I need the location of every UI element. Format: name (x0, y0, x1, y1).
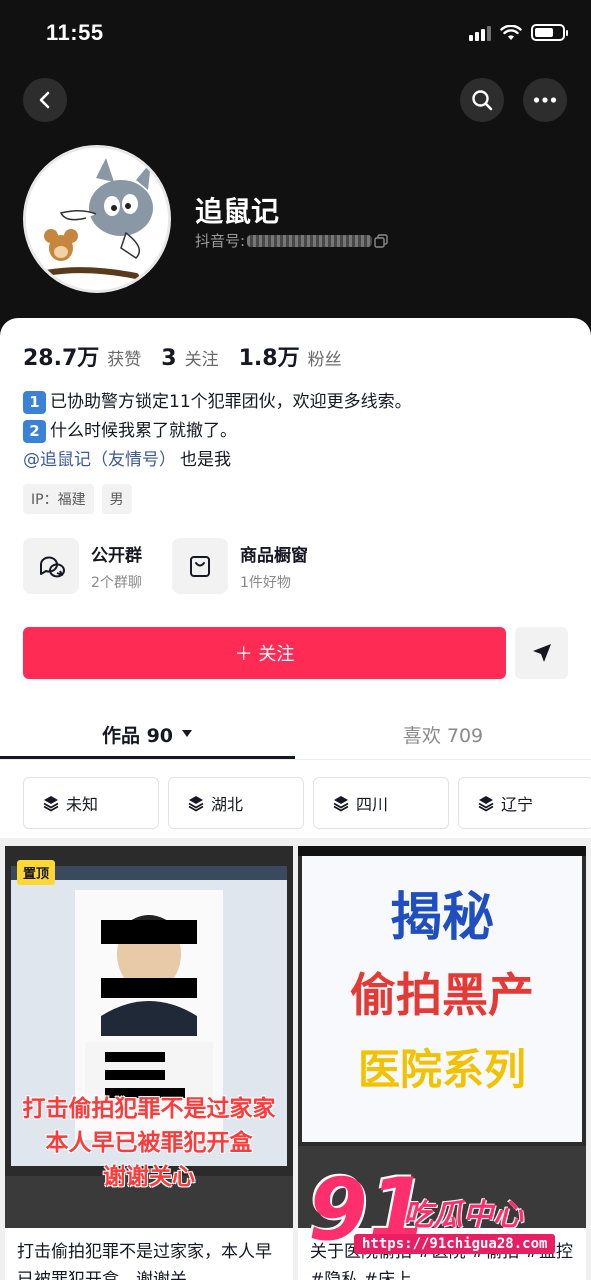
stat-value: 1.8万 (238, 346, 300, 371)
stat-label: 粉丝 (307, 350, 342, 370)
active-tab-indicator (0, 756, 295, 759)
status-time: 11:55 (46, 20, 104, 45)
bio-text: 已协助警方锁定11个犯罪团伙，欢迎更多线索。 (50, 392, 412, 412)
more-button[interactable] (523, 78, 567, 122)
collection-chip[interactable]: 未知 (23, 777, 159, 829)
chip-label: 四川 (356, 795, 389, 814)
entry-subtitle: 1件好物 (240, 574, 291, 591)
chip-label: 辽宁 (501, 795, 534, 814)
layers-icon (43, 796, 59, 812)
follow-button[interactable]: ＋ 关注 (23, 627, 506, 679)
overlay-line: 偷拍黑产 (350, 968, 534, 1022)
layers-icon (188, 796, 204, 812)
thumbnail-overlay-text: 揭秘 偷拍黑产 医院系列 (298, 886, 586, 1102)
stats-row: 28.7万 获赞 3 关注 1.8万 粉丝 (23, 340, 342, 372)
caret-down-icon (182, 730, 193, 737)
bio: 1 已协助警方锁定11个犯罪团伙，欢迎更多线索。 2 什么时候我累了就撤了。 @… (23, 388, 412, 475)
layers-icon (333, 796, 349, 812)
profile-panel: 28.7万 获赞 3 关注 1.8万 粉丝 1 已协助警方锁定11个犯罪团伙，欢… (0, 318, 591, 1280)
keycap-one-icon: 1 (23, 391, 46, 414)
ip-location-tag: IP：福建 (23, 484, 94, 514)
profile-header: 追鼠记 抖音号: (0, 140, 591, 320)
overlay-line: 医院系列 (357, 1045, 526, 1094)
bio-line: 2 什么时候我累了就撤了。 (23, 417, 412, 446)
stat-label: 获赞 (107, 350, 142, 370)
stat-likes[interactable]: 28.7万 获赞 (23, 340, 141, 372)
signal-icon (469, 25, 491, 41)
entry-subtitle: 2个群聊 (91, 574, 142, 591)
shop-window-entry[interactable]: 商品橱窗 1件好物 (172, 538, 308, 594)
blurred-id-value (247, 234, 373, 247)
chevron-left-icon (39, 91, 50, 109)
video-card[interactable]: 置顶 打击偷拍犯罪不是过家家 本人早已被罪犯开盒 谢谢关心 打击偷拍犯罪不是过家… (5, 846, 293, 1280)
battery-icon (531, 24, 568, 41)
bio-text: 也是我 (180, 450, 231, 470)
status-icons (469, 24, 568, 41)
overlay-line: 谢谢关心 (103, 1164, 195, 1190)
entry-title: 公开群 (91, 545, 142, 566)
collection-chip[interactable]: 四川 (313, 777, 449, 829)
feature-entries: 公开群 2个群聊 商品橱窗 1件好物 (23, 538, 308, 594)
search-button[interactable] (460, 78, 504, 122)
bio-line: 1 已协助警方锁定11个犯罪团伙，欢迎更多线索。 (23, 388, 412, 417)
stat-followers[interactable]: 1.8万 粉丝 (239, 340, 342, 372)
chip-label: 湖北 (211, 795, 244, 814)
more-dots-icon (533, 97, 557, 103)
profile-tags: IP：福建 男 (23, 484, 132, 514)
content-tabs: 作品 90 喜欢 709 (0, 708, 591, 760)
wifi-icon (500, 24, 522, 40)
layers-icon (478, 796, 494, 812)
collection-chip[interactable]: 湖北 (168, 777, 304, 829)
overlay-line: 打击偷拍犯罪不是过家家 (22, 1096, 276, 1122)
tab-works[interactable]: 作品 90 (0, 708, 295, 760)
share-button[interactable] (515, 627, 568, 679)
mention-link[interactable]: @追鼠记（友情号） (23, 446, 176, 475)
tab-works-label: 作品 90 (101, 724, 174, 747)
pinned-badge: 置顶 (17, 860, 56, 885)
stat-value: 28.7万 (23, 346, 100, 371)
thumbnail-overlay-text: 打击偷拍犯罪不是过家家 本人早已被罪犯开盒 谢谢关心 (5, 1092, 293, 1194)
chip-label: 未知 (66, 795, 99, 814)
copy-icon[interactable] (374, 233, 388, 248)
keycap-two-icon: 2 (23, 420, 46, 443)
public-group-entry[interactable]: 公开群 2个群聊 (23, 538, 142, 594)
shopping-bag-icon (172, 538, 228, 594)
tab-likes[interactable]: 喜欢 709 (295, 708, 591, 760)
douyin-id[interactable]: 抖音号: (195, 230, 388, 251)
collection-chip[interactable]: 辽宁 (458, 777, 591, 829)
gender-tag: 男 (101, 484, 132, 514)
overlay-line: 本人早已被罪犯开盒 (45, 1130, 253, 1156)
stat-value: 3 (161, 346, 177, 371)
watermark-url: https://91chigua28.com (354, 1234, 556, 1254)
avatar[interactable] (23, 145, 171, 293)
collection-chips: 未知 湖北 四川 辽宁 (23, 777, 591, 829)
watermark-text: 吃瓜中心 (403, 1198, 523, 1233)
video-title: 打击偷拍犯罪不是过家家，本人早已被罪犯开盒，谢谢关 (17, 1242, 272, 1280)
nickname: 追鼠记 (195, 195, 280, 228)
cartoon-cat-mouse-avatar (26, 148, 168, 290)
overlay-line: 揭秘 (389, 888, 494, 948)
send-arrow-icon (532, 644, 551, 662)
bio-text: 什么时候我累了就撤了。 (50, 421, 237, 441)
status-bar: 11:55 (0, 0, 591, 70)
chat-bubbles-icon (23, 538, 79, 594)
stat-following[interactable]: 3 关注 (161, 345, 218, 371)
stat-label: 关注 (184, 350, 219, 370)
bio-line: @追鼠记（友情号） 也是我 (23, 446, 412, 475)
site-watermark: 91 吃瓜中心 https://91chigua28.com (308, 1160, 578, 1270)
back-button[interactable] (23, 78, 67, 122)
entry-title: 商品橱窗 (240, 545, 308, 566)
douyin-id-label: 抖音号: (195, 232, 246, 250)
search-icon (472, 90, 493, 111)
